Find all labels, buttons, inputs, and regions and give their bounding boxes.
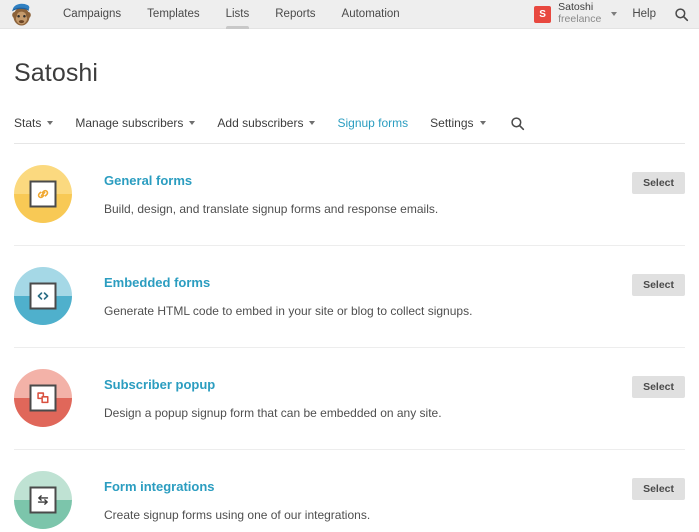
list-item-text: Embedded forms Generate HTML code to emb… bbox=[104, 269, 632, 319]
exchange-arrows-icon bbox=[14, 471, 72, 529]
subnav-label-add-subscribers: Add subscribers bbox=[217, 116, 304, 130]
account-plan: freelance bbox=[558, 13, 602, 25]
list-subnav: Stats Manage subscribers Add subscribers… bbox=[14, 115, 685, 144]
nav-item-automation[interactable]: Automation bbox=[329, 0, 413, 29]
chevron-down-icon bbox=[309, 121, 316, 125]
subnav-label-settings: Settings bbox=[430, 116, 474, 130]
subnav-item-add-subscribers[interactable]: Add subscribers bbox=[217, 116, 316, 130]
nav-item-campaigns[interactable]: Campaigns bbox=[50, 0, 134, 29]
form-title-form-integrations[interactable]: Form integrations bbox=[104, 479, 215, 494]
global-search-button[interactable] bbox=[674, 7, 689, 22]
list-item-text: Form integrations Create signup forms us… bbox=[104, 473, 632, 523]
signup-forms-list: General forms Build, design, and transla… bbox=[14, 144, 685, 532]
global-header: Campaigns Templates Lists Reports Automa… bbox=[0, 0, 699, 29]
nav-item-reports[interactable]: Reports bbox=[262, 0, 328, 29]
list-item[interactable]: General forms Build, design, and transla… bbox=[14, 144, 685, 246]
subnav-item-manage-subscribers[interactable]: Manage subscribers bbox=[75, 116, 196, 130]
help-link[interactable]: Help bbox=[632, 8, 656, 20]
form-description: Create signup forms using one of our int… bbox=[104, 508, 371, 522]
select-button-general-forms[interactable]: Select bbox=[632, 172, 685, 194]
subnav-label-manage-subscribers: Manage subscribers bbox=[75, 116, 184, 130]
account-info[interactable]: Satoshi freelance bbox=[558, 1, 602, 26]
list-item[interactable]: Form integrations Create signup forms us… bbox=[14, 450, 685, 532]
form-description: Generate HTML code to embed in your site… bbox=[104, 304, 473, 318]
search-icon bbox=[510, 116, 524, 130]
list-item-text: Subscriber popup Design a popup signup f… bbox=[104, 371, 632, 421]
subnav-label-stats: Stats bbox=[14, 116, 42, 130]
chevron-down-icon bbox=[611, 12, 618, 16]
select-button-embedded-forms[interactable]: Select bbox=[632, 274, 685, 296]
subnav-item-settings[interactable]: Settings bbox=[430, 116, 486, 130]
list-item-text: General forms Build, design, and transla… bbox=[104, 167, 632, 217]
subnav-label-signup-forms: Signup forms bbox=[337, 116, 409, 130]
form-description: Build, design, and translate signup form… bbox=[104, 202, 439, 216]
list-item[interactable]: Embedded forms Generate HTML code to emb… bbox=[14, 246, 685, 348]
chevron-down-icon bbox=[47, 121, 54, 125]
form-description: Design a popup signup form that can be e… bbox=[104, 406, 442, 420]
account-area: S Satoshi freelance Help bbox=[534, 0, 699, 29]
mailchimp-freddie-logo[interactable] bbox=[8, 1, 34, 27]
code-brackets-icon bbox=[14, 267, 72, 325]
subnav-item-stats[interactable]: Stats bbox=[14, 116, 54, 130]
nav-item-lists[interactable]: Lists bbox=[213, 0, 263, 29]
nav-item-templates[interactable]: Templates bbox=[134, 0, 212, 29]
form-title-embedded-forms[interactable]: Embedded forms bbox=[104, 275, 210, 290]
list-item[interactable]: Subscriber popup Design a popup signup f… bbox=[14, 348, 685, 450]
popup-windows-icon bbox=[14, 369, 72, 427]
avatar[interactable]: S bbox=[534, 5, 552, 23]
account-menu-button[interactable] bbox=[606, 4, 622, 24]
chevron-down-icon bbox=[189, 121, 196, 125]
subnav-item-signup-forms[interactable]: Signup forms bbox=[337, 116, 408, 130]
form-title-subscriber-popup[interactable]: Subscriber popup bbox=[104, 377, 215, 392]
form-title-general-forms[interactable]: General forms bbox=[104, 173, 192, 188]
select-button-subscriber-popup[interactable]: Select bbox=[632, 376, 685, 398]
subnav-search-button[interactable] bbox=[510, 116, 525, 131]
search-icon bbox=[675, 7, 689, 21]
select-button-form-integrations[interactable]: Select bbox=[632, 478, 685, 500]
link-icon bbox=[14, 165, 72, 223]
global-nav: Campaigns Templates Lists Reports Automa… bbox=[50, 0, 413, 29]
page-title: Satoshi bbox=[14, 59, 99, 87]
chevron-down-icon bbox=[479, 121, 486, 125]
